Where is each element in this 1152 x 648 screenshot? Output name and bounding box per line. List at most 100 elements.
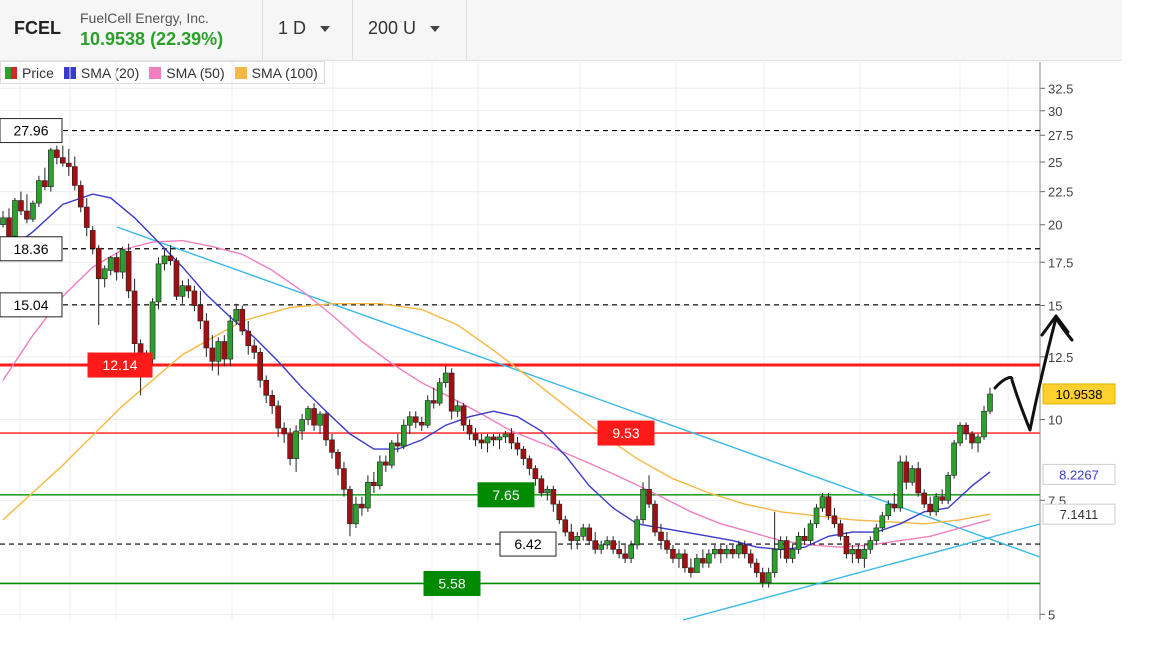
candle-body [723,549,730,555]
candle-body [203,320,210,349]
candle-body [747,553,754,564]
candle-body [161,255,168,265]
candle-body [460,405,467,426]
candle-body [694,558,700,573]
y-axis-tick-label: 20 [1048,218,1062,233]
candle-body [795,535,802,550]
candle-body [191,290,198,306]
y-axis-tick-label: 27.5 [1048,128,1073,143]
y-axis-tick-label: 22.5 [1048,185,1073,200]
candle-body [119,249,126,273]
candle-body [825,496,832,517]
candle-body [514,442,521,450]
candle-body [502,433,509,438]
candle-body [185,285,192,292]
candle-body [921,492,928,505]
candle-body [652,503,658,533]
level-label: 15.04 [13,297,48,313]
candle-body [478,439,485,444]
candle-body [466,424,473,435]
candle-body [885,503,892,517]
candle-body [347,489,353,525]
candle-body [771,549,778,573]
candle-body [634,519,640,546]
candle-body [532,468,539,480]
candle-body [957,424,963,444]
candle-body [604,540,610,546]
candle-body [281,427,287,435]
candle-body [394,442,401,447]
candle-body [688,567,694,573]
candle-body [640,489,646,521]
candle-body [520,448,527,459]
candle-body [735,544,742,555]
candle-body [95,247,102,280]
candle-body [891,503,898,509]
candle-body [359,503,365,509]
candle-body [646,489,652,505]
candle-body [490,436,497,441]
candle-body [275,405,281,429]
candle-body [400,424,407,447]
candle-body [562,519,569,533]
candle-body [107,257,114,271]
candle-body [939,496,945,501]
y-axis-tick-label: 17.5 [1048,255,1073,270]
candle-body [508,433,515,444]
candle-body [873,527,880,541]
candle-body [66,162,72,167]
candle-body [448,372,455,412]
candle-body [670,549,676,559]
candle-body [927,503,933,513]
candle-body [430,400,437,404]
y-axis-tick-label: 15 [1048,299,1062,314]
candle-body [179,285,186,297]
candle-body [365,481,371,509]
candle-body [341,468,347,490]
candle-body [42,180,48,187]
candle-body [616,549,622,555]
candle-body [909,468,916,483]
candle-body [77,185,84,208]
candle-body [819,496,826,509]
y-axis-tick-label: 10 [1048,413,1062,428]
candle-body [269,395,275,407]
candle-body [580,527,587,537]
y-axis-tick-label: 12.5 [1048,350,1073,365]
candle-body [155,263,162,303]
candle-body [658,531,664,541]
candle-body [287,433,293,459]
candle-body [149,301,156,360]
candle-body [837,523,844,537]
candle-body [257,352,264,381]
candle-body [215,341,222,362]
candle-body [329,439,335,453]
candle-body [48,149,54,187]
candle-body [610,540,616,550]
candle-body [227,320,234,360]
candle-body [538,478,545,494]
candle-body [353,503,359,525]
candle-body [412,416,419,423]
candle-body [700,558,706,564]
candle-body [783,540,790,559]
candle-body [472,433,479,441]
candle-body [371,481,377,487]
candle-body [753,562,760,573]
candle-body [496,436,503,441]
candle-body [30,202,36,220]
candle-body [101,268,108,280]
candle-body [251,345,258,353]
candle-body [897,461,904,509]
candle-body [831,515,838,525]
candle-body [987,393,993,412]
price-chart[interactable]: 32.53027.52522.52017.51512.5107.5527.961… [0,0,1152,648]
candle-body [556,503,563,521]
candle-body [418,422,425,426]
candle-body [676,553,682,559]
candle-body [173,260,180,297]
level-label: 5.58 [438,575,465,591]
candle-body [718,549,724,555]
candle-body [245,330,252,347]
candle-body [981,410,987,438]
